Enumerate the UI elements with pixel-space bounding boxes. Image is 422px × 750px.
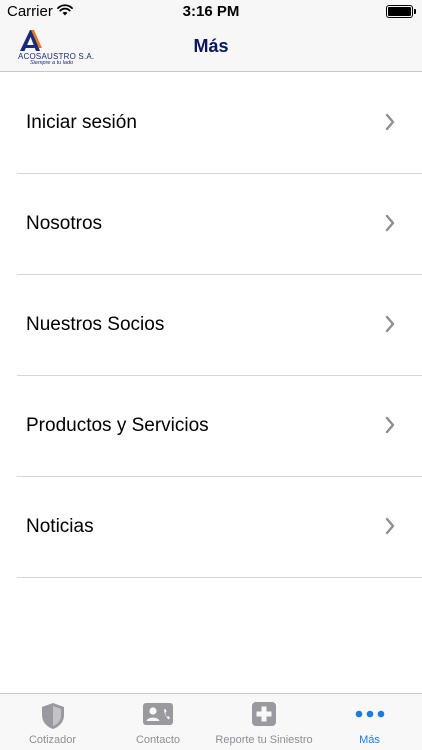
medical-plus-icon [252,702,276,726]
battery-level [388,7,411,16]
menu-item-label: Iniciar sesión [26,112,137,133]
shield-icon [41,703,64,729]
tab-bar: Cotizador Contacto Reporte tu Siniestro … [0,693,422,750]
menu-item-label: Productos y Servicios [26,415,209,436]
chevron-right-icon [385,416,395,434]
chevron-right-icon [385,113,395,131]
logo-tagline: Siempre a tu lado [30,60,74,66]
menu-item-label: Nosotros [26,213,103,234]
menu-item-label: Nuestros Socios [26,314,165,335]
chevron-right-icon [385,214,395,232]
status-time: 3:16 PM [182,3,240,20]
tab-label: Contacto [135,734,181,746]
menu-item-nosotros[interactable]: Nosotros [17,174,422,275]
tab-cotizador[interactable]: Cotizador [0,694,105,750]
tab-reporte-siniestro[interactable]: Reporte tu Siniestro [211,694,317,750]
menu-list: Iniciar sesión Nosotros Nuestros Socios … [0,73,422,578]
menu-item-label: Noticias [26,516,94,537]
status-bar: Carrier 3:16 PM [0,0,422,24]
menu-item-nuestros-socios[interactable]: Nuestros Socios [17,275,422,376]
more-dots-icon [355,710,384,718]
tab-label: Reporte tu Siniestro [215,734,313,746]
battery-icon [386,5,416,18]
menu-item-productos-servicios[interactable]: Productos y Servicios [17,376,422,477]
tab-contacto[interactable]: Contacto [105,694,211,750]
menu-item-iniciar-sesion[interactable]: Iniciar sesión [17,73,422,174]
tab-label: Más [359,734,380,746]
tab-label: Cotizador [28,734,77,746]
navigation-bar: ACOSAUSTRO S.A. Siempre a tu lado Más [0,24,422,72]
menu-item-noticias[interactable]: Noticias [17,477,422,578]
page-title: Más [193,36,229,56]
battery-tip [414,9,416,14]
chevron-right-icon [385,517,395,535]
chevron-right-icon [385,315,395,333]
contact-card-icon [143,703,173,725]
tab-mas[interactable]: Más [317,694,422,750]
